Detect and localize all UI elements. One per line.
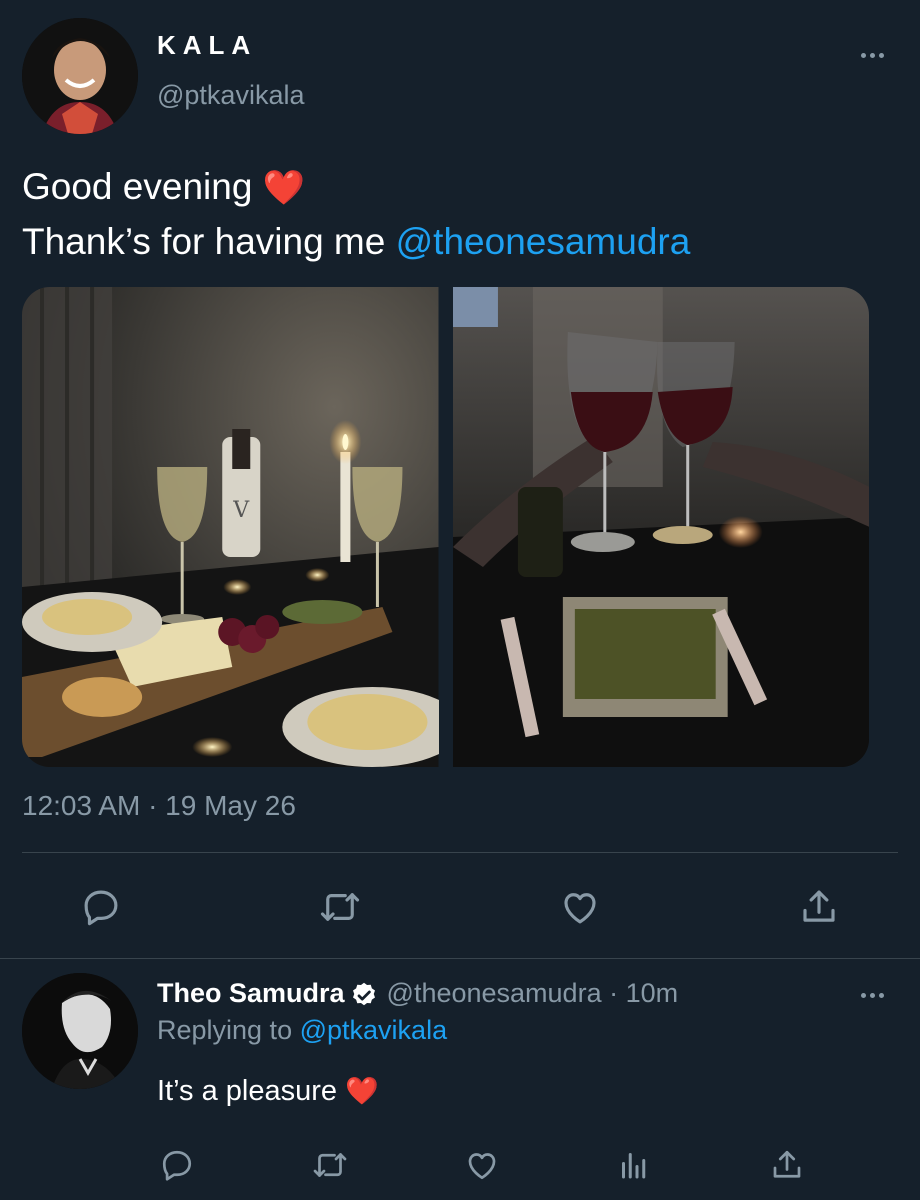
more-icon[interactable]	[852, 980, 892, 1010]
tweet-text: Good evening ❤️ Thank’s for having me @t…	[22, 160, 892, 269]
reply-icon[interactable]	[74, 880, 128, 934]
retweet-icon[interactable]	[313, 880, 367, 934]
author-display-name[interactable]: KALA	[157, 30, 257, 61]
divider	[0, 958, 920, 959]
author-avatar[interactable]	[22, 18, 138, 134]
heart-emoji-icon: ❤️	[262, 169, 306, 207]
like-icon[interactable]	[455, 1138, 509, 1192]
author-handle[interactable]: @ptkavikala	[157, 80, 304, 111]
heart-emoji-icon: ❤️	[345, 1076, 379, 1106]
tweet-detail-view: KALA @ptkavikala Good evening ❤️ Thank’s…	[0, 0, 920, 1200]
media-grid: V	[22, 287, 869, 767]
reply-icon[interactable]	[150, 1138, 204, 1192]
replying-to-label: Replying to	[157, 1015, 293, 1045]
reply-author-avatar[interactable]	[22, 973, 138, 1089]
reply-text-body: It’s a pleasure	[157, 1075, 338, 1107]
photo-dinner-table[interactable]: V	[22, 287, 439, 767]
separator-dot: ·	[609, 978, 619, 1008]
mention-link[interactable]: @theonesamudra	[396, 221, 691, 262]
svg-text:V: V	[232, 498, 250, 523]
reply-actions	[0, 1138, 920, 1188]
reply-author-handle[interactable]: @theonesamudra	[387, 978, 602, 1009]
like-icon[interactable]	[553, 880, 607, 934]
share-icon[interactable]	[760, 1138, 814, 1192]
verified-badge-icon	[352, 982, 375, 1005]
tweet-text-line1: Good evening	[22, 166, 253, 207]
reply-author-name[interactable]: Theo Samudra	[157, 978, 345, 1009]
more-icon[interactable]	[852, 40, 892, 70]
share-icon[interactable]	[792, 880, 846, 934]
replying-to-mention[interactable]: @ptkavikala	[300, 1015, 447, 1045]
analytics-icon[interactable]	[607, 1138, 661, 1192]
tweet-actions	[0, 880, 920, 934]
replying-to: Replying to @ptkavikala	[157, 1015, 447, 1046]
divider	[22, 852, 898, 853]
reply-text: It’s a pleasure ❤️	[157, 1075, 379, 1108]
retweet-icon[interactable]	[303, 1138, 357, 1192]
tweet-text-line2: Thank’s for having me	[22, 221, 386, 262]
photo-wine-toast[interactable]	[452, 287, 869, 767]
tweet-timestamp[interactable]: 12:03 AM · 19 May 26	[22, 790, 296, 822]
reply-header: Theo Samudra @theonesamudra · 10m	[157, 978, 678, 1009]
reply-time[interactable]: 10m	[626, 978, 679, 1009]
